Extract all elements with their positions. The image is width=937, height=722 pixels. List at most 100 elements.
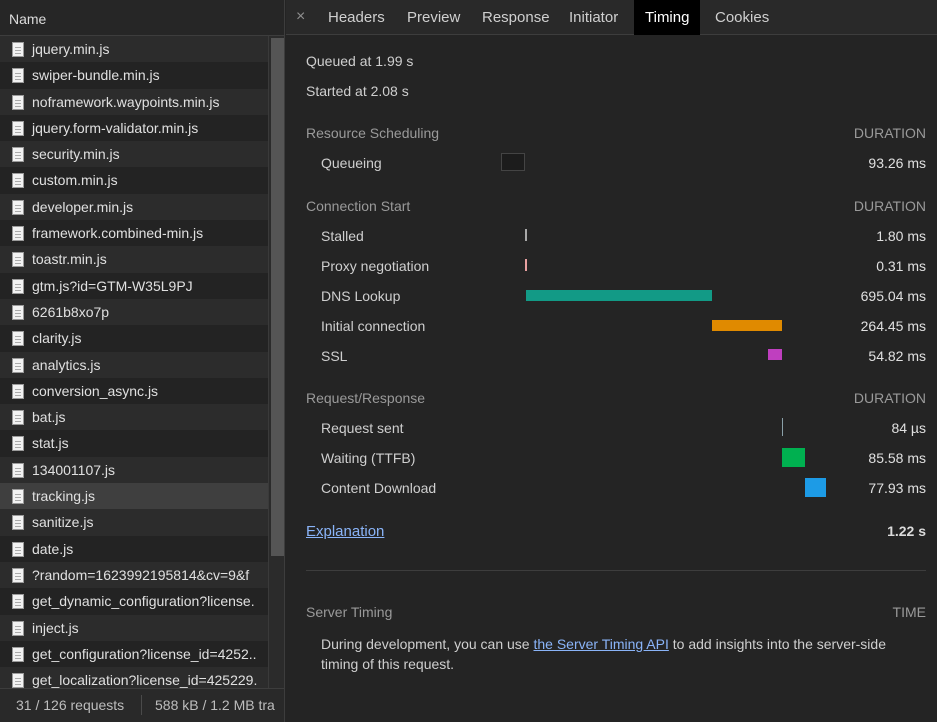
request-sent-bar <box>782 418 783 436</box>
timing-value-ssl: 54.82 ms <box>868 348 926 364</box>
server-timing-api-link[interactable]: the Server Timing API <box>533 636 668 652</box>
timing-label-initial-connection: Initial connection <box>321 318 426 334</box>
request-count: 31 / 126 requests <box>16 697 125 713</box>
request-row[interactable]: gtm.js?id=GTM-W35L9PJ <box>0 272 268 299</box>
document-icon <box>12 42 24 57</box>
timing-label-waiting-ttfb: Waiting (TTFB) <box>321 450 416 466</box>
name-column-header[interactable]: Name <box>0 0 284 36</box>
request-row[interactable]: stat.js <box>0 430 268 457</box>
timing-value-initial-connection: 264.45 ms <box>860 318 926 334</box>
document-icon <box>12 646 24 662</box>
request-name: tracking.js <box>32 488 96 505</box>
request-row[interactable]: swiper-bundle.min.js <box>0 62 268 89</box>
duration-header: DURATION <box>853 125 926 141</box>
document-icon <box>12 173 24 189</box>
timing-label-ssl: SSL <box>321 348 348 364</box>
request-name: date.js <box>32 540 74 557</box>
request-row[interactable]: 134001107.js <box>0 456 268 484</box>
request-name: get_localization?license_id=425229. <box>32 672 258 688</box>
dns-lookup-bar <box>526 290 712 301</box>
request-row[interactable]: date.js <box>0 535 268 562</box>
tab-response[interactable]: Response <box>471 0 561 35</box>
request-row[interactable]: security.min.js <box>0 141 268 168</box>
request-name: gtm.js?id=GTM-W35L9PJ <box>32 277 193 294</box>
request-name: developer.min.js <box>32 198 134 215</box>
tab-cookies[interactable]: Cookies <box>704 0 780 35</box>
document-icon <box>12 199 24 215</box>
request-list: jquery.min.js swiper-bundle.min.js noframe… <box>0 36 268 688</box>
request-row[interactable]: clarity.js <box>0 325 268 352</box>
close-icon[interactable]: × <box>296 8 305 26</box>
document-icon <box>12 436 24 452</box>
request-row[interactable]: 6261b8xo7p <box>0 298 268 326</box>
initial-connection-bar <box>712 320 782 331</box>
request-name: get_dynamic_configuration?license. <box>32 593 255 610</box>
request-name: framework.combined-min.js <box>32 225 204 242</box>
document-icon <box>12 673 24 688</box>
details-tabbar: × Headers Preview Response Initiator Tim… <box>286 0 937 35</box>
request-name: conversion_async.js <box>32 382 159 399</box>
document-icon <box>12 331 24 347</box>
request-row[interactable]: custom.min.js <box>0 167 268 194</box>
request-row[interactable]: inject.js <box>0 614 268 641</box>
request-row[interactable]: tracking.js <box>0 483 268 510</box>
queueing-bar <box>501 153 525 171</box>
document-icon <box>12 489 24 505</box>
request-name: 6261b8xo7p <box>32 303 110 320</box>
timing-value-proxy-negotiation: 0.31 ms <box>876 258 926 274</box>
document-icon <box>12 226 24 242</box>
total-duration: 1.22 s <box>887 523 926 539</box>
timing-label-request-sent: Request sent <box>321 420 404 436</box>
request-name: clarity.js <box>32 330 82 347</box>
tab-timing[interactable]: Timing <box>634 0 701 35</box>
document-icon <box>12 68 24 84</box>
tab-headers[interactable]: Headers <box>317 0 396 35</box>
tab-preview[interactable]: Preview <box>396 0 471 35</box>
request-row[interactable]: noframework.waypoints.min.js <box>0 88 268 115</box>
tab-initiator[interactable]: Initiator <box>558 0 629 35</box>
request-row[interactable]: jquery.form-validator.min.js <box>0 114 268 142</box>
request-row[interactable]: get_localization?license_id=425229. <box>0 667 268 688</box>
server-timing-text-line2: timing of this request. <box>321 656 455 672</box>
scrollbar-thumb[interactable] <box>271 38 284 556</box>
document-icon <box>12 462 24 478</box>
request-row[interactable]: get_configuration?license_id=4252.. <box>0 640 268 668</box>
timing-label-content-download: Content Download <box>321 480 437 496</box>
document-icon <box>12 304 24 320</box>
document-icon <box>12 120 24 136</box>
request-name: jquery.min.js <box>32 41 110 57</box>
document-icon <box>12 567 24 583</box>
request-row[interactable]: developer.min.js <box>0 193 268 221</box>
content-download-bar <box>805 478 826 497</box>
document-icon <box>12 147 24 163</box>
timing-value-stalled: 1.80 ms <box>876 228 926 244</box>
timing-value-dns-lookup: 695.04 ms <box>860 288 926 304</box>
timing-label-queueing: Queueing <box>321 155 382 171</box>
request-row[interactable]: bat.js <box>0 404 268 431</box>
request-name: get_configuration?license_id=4252.. <box>32 645 257 662</box>
request-row[interactable]: conversion_async.js <box>0 377 268 405</box>
timing-value-request-sent: 84 µs <box>891 420 926 436</box>
section-divider <box>306 570 926 571</box>
request-row[interactable]: framework.combined-min.js <box>0 220 268 247</box>
timing-label-dns-lookup: DNS Lookup <box>321 288 401 304</box>
request-name: stat.js <box>32 435 69 452</box>
explanation-link[interactable]: Explanation <box>306 523 384 540</box>
request-row[interactable]: sanitize.js <box>0 509 268 536</box>
proxy-negotiation-bar <box>525 259 527 271</box>
request-row[interactable]: toastr.min.js <box>0 246 268 273</box>
request-row[interactable]: get_dynamic_configuration?license. <box>0 588 268 615</box>
time-header: TIME <box>892 604 926 620</box>
request-name: noframework.waypoints.min.js <box>32 93 220 110</box>
request-row[interactable]: analytics.js <box>0 351 268 378</box>
request-row[interactable]: jquery.min.js <box>0 36 268 63</box>
request-row[interactable]: ?random=1623992195814&cv=9&f <box>0 561 268 589</box>
request-name: analytics.js <box>32 356 101 373</box>
request-name: 134001107.js <box>32 461 116 478</box>
request-name: inject.js <box>32 619 79 636</box>
transferred-size: 588 kB / 1.2 MB tra <box>155 697 275 713</box>
request-list-scrollbar[interactable] <box>268 36 284 688</box>
document-icon <box>12 620 24 636</box>
request-name: security.min.js <box>32 146 120 163</box>
timing-label-proxy-negotiation: Proxy negotiation <box>321 258 430 274</box>
